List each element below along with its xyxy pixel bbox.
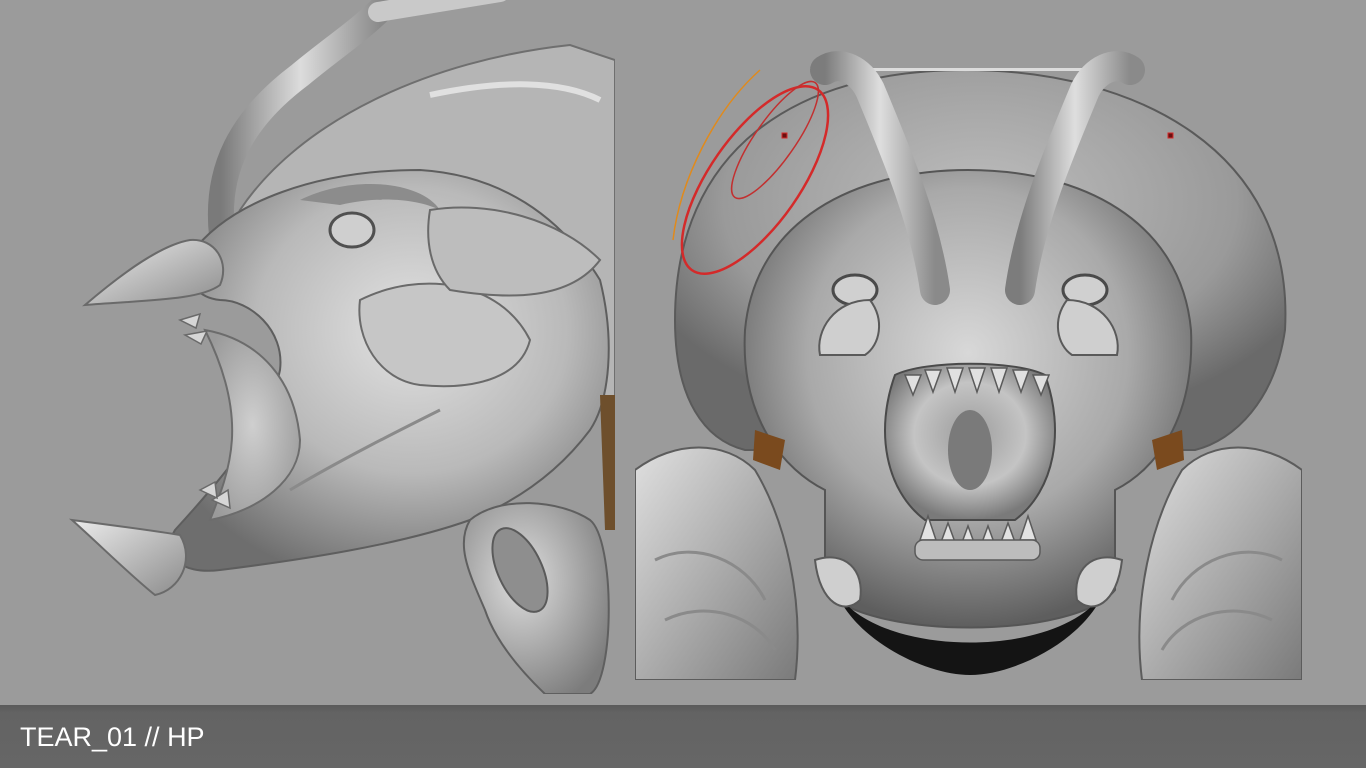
creature-side-view-render	[0, 0, 615, 694]
caption-bar: TEAR_01 // HP	[0, 705, 1366, 768]
lower-horn-shape	[68, 518, 187, 597]
creature-side-illustration	[68, 0, 615, 694]
sculpt-viewport	[0, 0, 1366, 705]
creature-front-view-render	[635, 0, 1302, 680]
eye-shape	[328, 211, 376, 249]
symmetry-point-right	[1167, 132, 1174, 139]
symmetry-point-left	[781, 132, 788, 139]
caption-title: TEAR_01 // HP	[20, 722, 205, 752]
creature-front-illustration	[635, 51, 1302, 680]
